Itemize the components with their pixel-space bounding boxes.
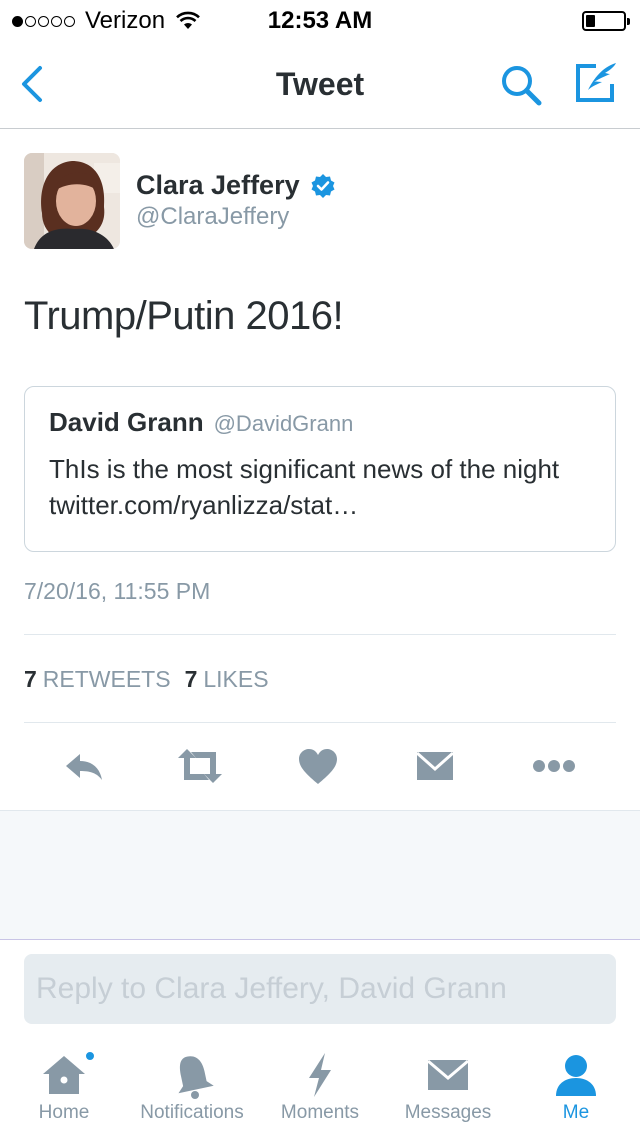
retweets-count: 7 xyxy=(24,666,37,692)
avatar[interactable] xyxy=(24,153,120,249)
tweet-action-bar xyxy=(0,740,640,792)
tab-me[interactable]: Me xyxy=(512,1050,640,1124)
tab-messages[interactable]: Messages xyxy=(384,1050,512,1124)
quoted-tweet-header: David Grann @DavidGrann xyxy=(49,407,353,438)
heart-icon[interactable] xyxy=(296,746,340,786)
empty-replies-area xyxy=(0,810,640,940)
divider xyxy=(24,722,616,723)
tab-me-label: Me xyxy=(562,1102,590,1123)
tab-notifications[interactable]: Notifications xyxy=(128,1050,256,1124)
tab-home[interactable]: Home xyxy=(0,1050,128,1124)
compose-icon[interactable] xyxy=(572,60,620,106)
status-bar: Verizon 12:53 AM xyxy=(0,0,640,40)
quoted-author-handle: @DavidGrann xyxy=(213,411,354,436)
likes-stat[interactable]: 7 LIKES xyxy=(185,666,269,693)
quoted-author-name: David Grann xyxy=(49,407,204,437)
tab-bar: Home Notifications Moments Messages Me xyxy=(0,1040,640,1136)
reply-input[interactable] xyxy=(24,954,616,1024)
notification-dot xyxy=(84,1050,96,1062)
more-options-icon[interactable] xyxy=(530,746,578,786)
tab-messages-label: Messages xyxy=(404,1102,492,1123)
nav-bar: Tweet xyxy=(0,40,640,129)
retweet-icon[interactable] xyxy=(176,746,224,786)
author-handle[interactable]: @ClaraJeffery xyxy=(136,203,289,231)
retweets-label: RETWEETS xyxy=(42,666,171,692)
page-title: Tweet xyxy=(275,66,365,102)
tab-home-label: Home xyxy=(38,1102,90,1123)
tweet-stats: 7 RETWEETS 7 LIKES xyxy=(24,666,283,693)
retweets-stat[interactable]: 7 RETWEETS xyxy=(24,666,171,693)
tab-moments[interactable]: Moments xyxy=(256,1050,384,1124)
tweet-text: Trump/Putin 2016! xyxy=(24,294,344,338)
search-icon[interactable] xyxy=(498,62,544,108)
direct-message-icon[interactable] xyxy=(414,746,456,786)
verified-badge-icon xyxy=(311,173,335,198)
envelope-icon xyxy=(427,1059,469,1090)
likes-count: 7 xyxy=(184,666,198,692)
author-name[interactable]: Clara Jeffery xyxy=(136,170,336,201)
divider xyxy=(24,634,616,635)
tab-moments-label: Moments xyxy=(280,1102,360,1123)
author-name-label: Clara Jeffery xyxy=(136,170,300,200)
tab-notifications-label: Notifications xyxy=(140,1102,244,1123)
likes-label: LIKES xyxy=(203,666,269,692)
status-time: 12:53 AM xyxy=(267,7,373,34)
reply-icon[interactable] xyxy=(62,746,106,786)
battery-icon xyxy=(582,11,630,31)
bell-icon xyxy=(178,1056,214,1099)
lightning-icon xyxy=(309,1053,331,1097)
home-icon xyxy=(43,1056,85,1094)
quoted-tweet-text: ThIs is the most significant news of the… xyxy=(49,454,560,520)
person-icon xyxy=(556,1055,596,1096)
tweet-timestamp: 7/20/16, 11:55 PM xyxy=(24,578,211,604)
quoted-tweet-card[interactable]: David Grann @DavidGrann ThIs is the most… xyxy=(24,386,616,552)
